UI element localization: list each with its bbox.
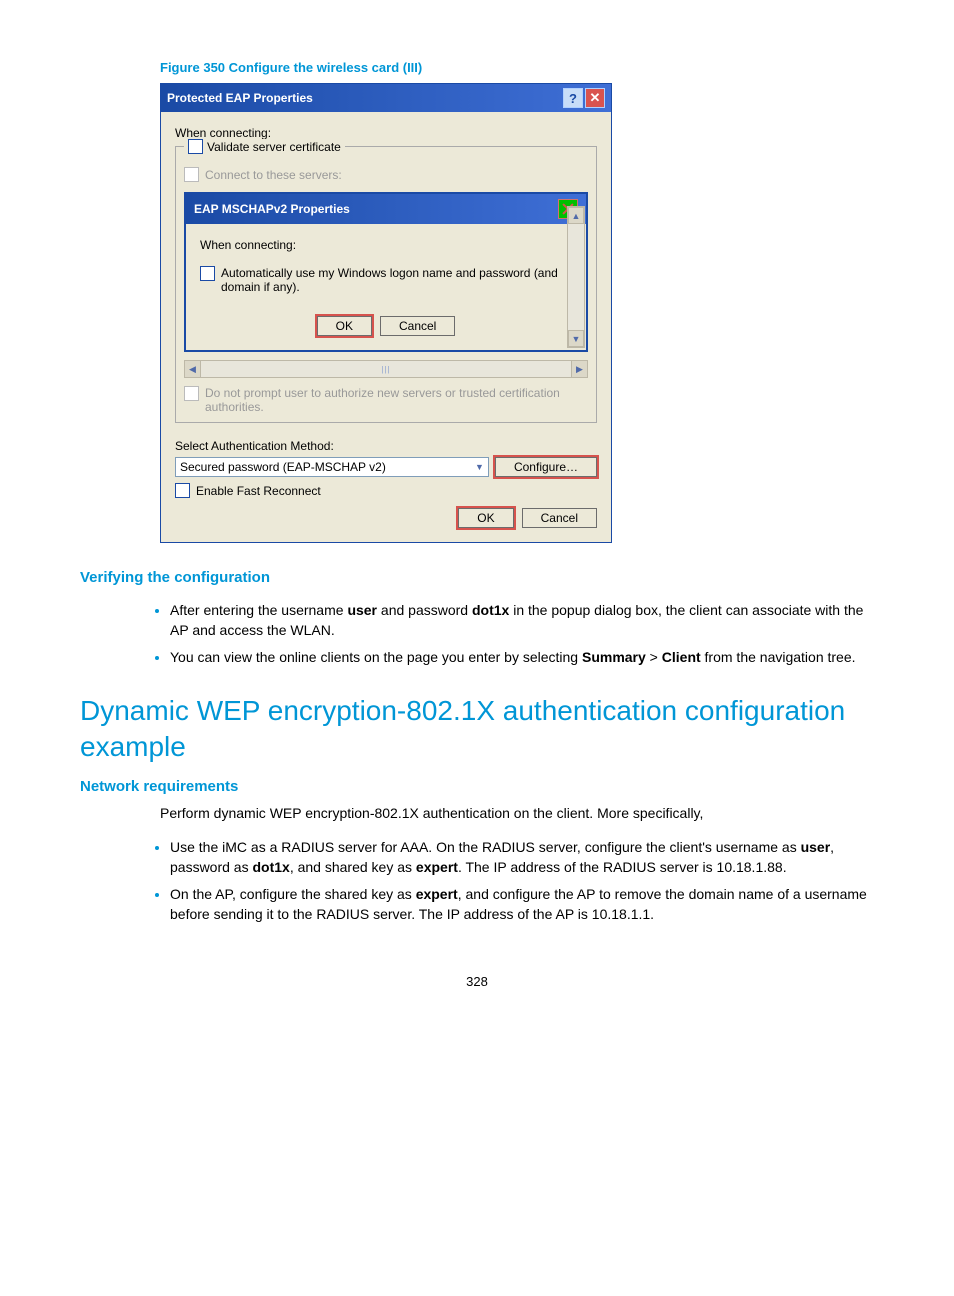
peap-title: Protected EAP Properties [167, 91, 313, 105]
scroll-track[interactable]: ||| [201, 361, 571, 377]
peap-title-bar: Protected EAP Properties ? ✕ [161, 84, 611, 112]
scroll-right-icon[interactable]: ▶ [571, 361, 587, 377]
list-item: On the AP, configure the shared key as e… [170, 884, 874, 925]
connect-servers-label: Connect to these servers: [205, 168, 342, 182]
page-number: 328 [80, 974, 874, 989]
when-connecting-label: When connecting: [175, 126, 597, 140]
ok-button[interactable]: OK [317, 316, 372, 336]
help-icon[interactable]: ? [563, 88, 583, 108]
chevron-down-icon: ▼ [475, 462, 484, 472]
figure-caption: Figure 350 Configure the wireless card (… [160, 60, 874, 75]
mschap-title: EAP MSCHAPv2 Properties [194, 202, 350, 216]
fast-reconnect-label: Enable Fast Reconnect [196, 484, 321, 498]
intro-text: Perform dynamic WEP encryption-802.1X au… [160, 803, 874, 823]
scroll-down-icon[interactable]: ▼ [568, 330, 584, 347]
vertical-scrollbar[interactable]: ▲ ▼ [567, 206, 585, 348]
auto-logon-checkbox[interactable] [200, 266, 215, 281]
ok-button[interactable]: OK [458, 508, 513, 528]
list-item: After entering the username user and pas… [170, 600, 874, 641]
auth-method-value: Secured password (EAP-MSCHAP v2) [180, 460, 386, 474]
auth-method-select[interactable]: Secured password (EAP-MSCHAP v2) ▼ [175, 457, 489, 477]
connect-servers-checkbox[interactable] [184, 167, 199, 182]
verifying-heading: Verifying the configuration [80, 569, 874, 586]
list-item: Use the iMC as a RADIUS server for AAA. … [170, 837, 874, 878]
validate-cert-label: Validate server certificate [207, 140, 341, 154]
scroll-left-icon[interactable]: ◀ [185, 361, 201, 377]
fast-reconnect-checkbox[interactable] [175, 483, 190, 498]
validate-cert-checkbox[interactable] [188, 139, 203, 154]
section-heading: Dynamic WEP encryption-802.1X authentica… [80, 693, 874, 766]
mschap-when-connecting: When connecting: [200, 238, 572, 252]
select-auth-label: Select Authentication Method: [175, 439, 597, 453]
mschap-dialog: EAP MSCHAPv2 Properties When connecting:… [184, 192, 588, 352]
auto-logon-label: Automatically use my Windows logon name … [221, 266, 572, 294]
mschap-title-bar: EAP MSCHAPv2 Properties [186, 194, 586, 224]
close-icon[interactable]: ✕ [585, 88, 605, 108]
cancel-button[interactable]: Cancel [522, 508, 597, 528]
do-not-prompt-checkbox[interactable] [184, 386, 199, 401]
scroll-up-icon[interactable]: ▲ [568, 207, 584, 224]
network-requirements-heading: Network requirements [80, 778, 874, 795]
peap-dialog: Protected EAP Properties ? ✕ When connec… [160, 83, 612, 543]
horizontal-scrollbar[interactable]: ◀ ||| ▶ [184, 360, 588, 378]
cancel-button[interactable]: Cancel [380, 316, 455, 336]
list-item: You can view the online clients on the p… [170, 647, 874, 667]
do-not-prompt-label: Do not prompt user to authorize new serv… [205, 386, 588, 414]
validate-cert-fieldset: Validate server certificate Connect to t… [175, 146, 597, 423]
configure-button[interactable]: Configure… [495, 457, 597, 477]
